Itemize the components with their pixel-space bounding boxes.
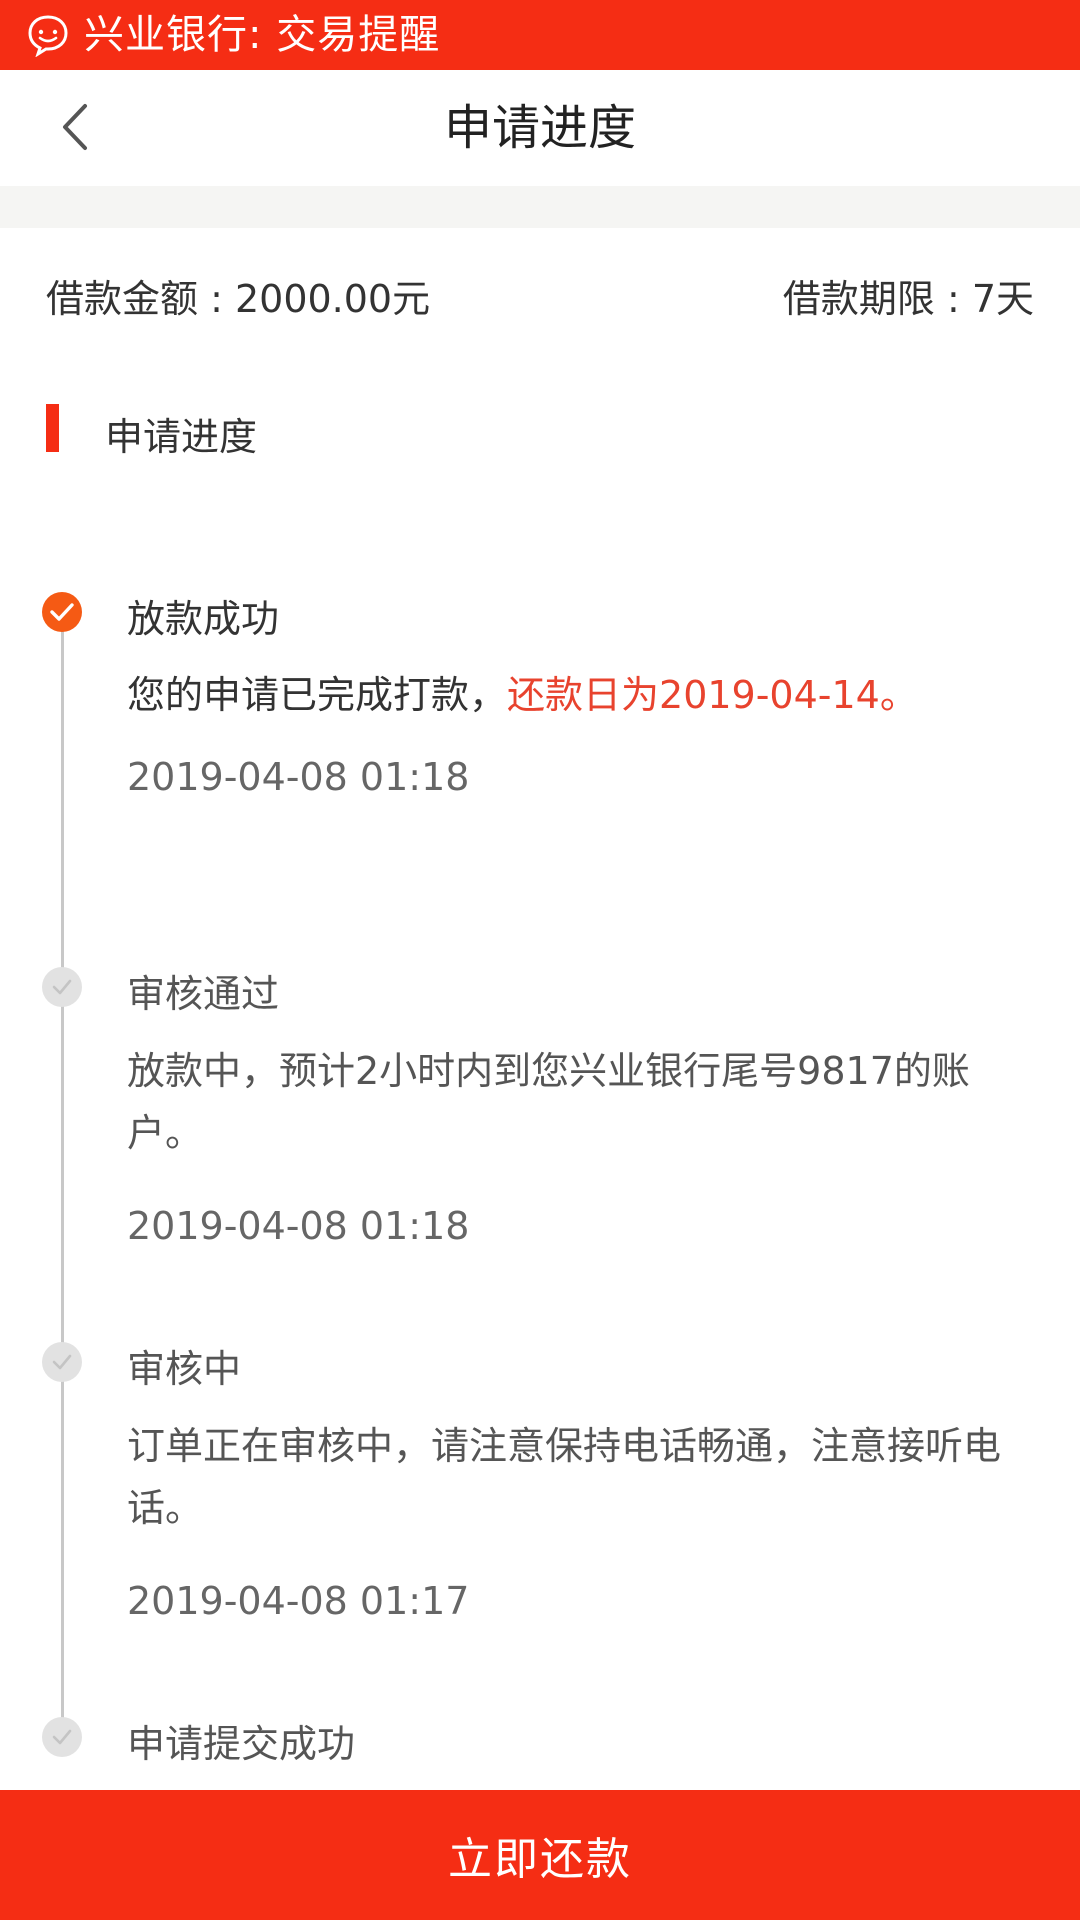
check-circle-icon bbox=[42, 1717, 82, 1757]
step-description-text: 您的申请已完成打款， bbox=[127, 673, 508, 717]
timeline-line bbox=[61, 612, 64, 1737]
step-description: 放款中，预计2小时内到您兴业银行尾号9817的账户。 bbox=[127, 1049, 970, 1155]
step-time: 2019-04-08 01:18 bbox=[127, 1204, 470, 1248]
repay-now-button[interactable]: 立即还款 bbox=[0, 1790, 1080, 1920]
progress-timeline: 放款成功 您的申请已完成打款，还款日为2019-04-14。 2019-04-0… bbox=[0, 0, 1080, 1790]
check-circle-icon bbox=[42, 1342, 82, 1382]
step-title: 放款成功 bbox=[127, 597, 280, 641]
step-title: 申请提交成功 bbox=[127, 1722, 356, 1766]
check-circle-icon bbox=[42, 592, 82, 632]
step-title: 审核中 bbox=[127, 1347, 242, 1391]
step-time: 2019-04-08 01:17 bbox=[127, 1579, 470, 1623]
check-circle-icon bbox=[42, 967, 82, 1007]
step-description: 订单正在审核中，请注意保持电话畅通，注意接听电话。 bbox=[127, 1424, 1002, 1530]
step-time: 2019-04-08 01:18 bbox=[127, 755, 470, 799]
repayment-date-highlight: 还款日为2019-04-14。 bbox=[507, 673, 918, 717]
step-description: 您的申请已完成打款，还款日为2019-04-14。 bbox=[127, 664, 1027, 726]
step-title: 审核通过 bbox=[127, 972, 280, 1016]
